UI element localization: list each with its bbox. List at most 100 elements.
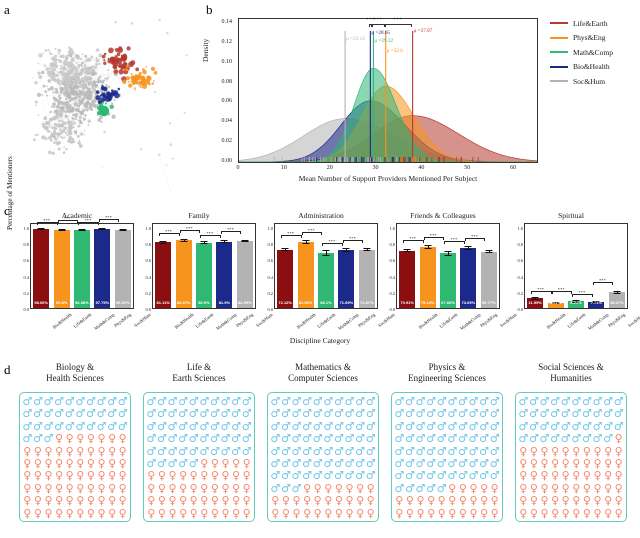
female-symbol-icon: ♀ [614, 469, 623, 483]
male-symbol-icon: ♂ [581, 432, 592, 446]
bar[interactable]: 11.99% [527, 297, 544, 308]
bar[interactable]: 8.21% [567, 300, 584, 308]
male-symbol-icon: ♂ [117, 407, 128, 421]
bar[interactable]: 96.52% [114, 228, 131, 308]
female-symbol-icon: ♀ [55, 469, 64, 483]
waffle-title-line2: Health Sciences [46, 373, 104, 383]
bar-y-tick: 0.8 [517, 242, 524, 248]
bar-value-label: 71.69% [339, 300, 354, 305]
female-symbol-icon: ♀ [366, 494, 375, 508]
female-symbol-icon: ♀ [118, 494, 127, 508]
female-symbol-icon: ♀ [242, 469, 251, 483]
male-symbol-icon: ♂ [231, 432, 242, 446]
waffle-title-line1: Biology & [55, 362, 95, 372]
bar[interactable]: 68.1% [317, 250, 334, 308]
bar[interactable]: 82.99% [236, 239, 253, 308]
male-symbol-icon: ♂ [188, 407, 199, 421]
male-symbol-icon: ♂ [270, 407, 281, 421]
bar[interactable]: 81.9% [216, 240, 233, 308]
error-bar-stem [122, 228, 124, 231]
bar[interactable]: 81.66% [297, 239, 314, 308]
bar-value-label: 75.14% [420, 300, 435, 305]
bar[interactable]: 96.58% [73, 228, 90, 308]
male-symbol-icon: ♂ [592, 432, 603, 446]
bar-significance-stars: *** [328, 238, 336, 244]
male-symbol-icon: ♂ [550, 407, 561, 421]
bar[interactable]: 81.11% [155, 241, 172, 308]
bar-x-tick-labels: Bio&Health Life&Earth Math&Comp Phys&Eng Soc… [275, 309, 396, 333]
bar[interactable]: 80.9% [195, 240, 212, 308]
male-symbol-icon: ♂ [489, 432, 500, 446]
bar-value-label: 98.06% [34, 300, 48, 305]
waffle-group-title: Mathematics & Computer Sciences [262, 362, 384, 388]
bar[interactable]: 7.71% [588, 300, 605, 308]
bar-group-friends-colleagues: Friends & Colleagues 0.0 0.2 0.4 0.6 0.8 1.0 70… [384, 211, 519, 333]
bar[interactable]: 98.06% [33, 227, 50, 308]
density-y-tick: 0.06 [221, 98, 233, 105]
male-symbol-icon: ♂ [209, 432, 220, 446]
male-symbol-icon: ♂ [64, 407, 75, 421]
female-symbol-icon: ♀ [55, 506, 64, 520]
bar-x-tick-label: Bio&Health [417, 312, 439, 330]
bar-value-label: 72.12% [278, 300, 292, 305]
bar[interactable]: 6.61% [547, 300, 564, 308]
male-symbol-icon: ♂ [426, 469, 437, 483]
male-symbol-icon: ♂ [241, 432, 252, 446]
male-symbol-icon: ♂ [75, 407, 86, 421]
female-symbol-icon: ♀ [427, 494, 436, 508]
female-symbol-icon: ♀ [593, 469, 602, 483]
male-symbol-icon: ♂ [415, 432, 426, 446]
bar[interactable]: 75.14% [419, 245, 436, 308]
bar-x-tick-label: Math&Comp [93, 312, 116, 332]
male-symbol-icon: ♂ [167, 432, 178, 446]
male-symbol-icon: ♂ [22, 407, 33, 421]
bar[interactable]: 97.75% [94, 227, 111, 308]
waffle-grid: ♂ ♂ ♂ ♂ ♂ ♂ ♂ ♂ ♂ ♂ ♂ ♂ ♂ ♂ ♂ ♂ ♂ ♂ ♂ ♂ ♂ ♂ ♂ ♂ ♂ ♂ ♂ ♂ ♂ ♂ ♂ ♂ ♂ ♂ ♂ ♂ ♂ ♂ ♂ ♂… [143, 392, 255, 522]
female-symbol-icon: ♀ [118, 506, 127, 520]
male-symbol-icon: ♂ [404, 407, 415, 421]
error-bar-stem [325, 250, 327, 256]
bar[interactable]: 96.8% [53, 228, 70, 308]
female-symbol-icon: ♀ [108, 432, 117, 446]
bar[interactable]: 70.91% [399, 248, 416, 308]
bar[interactable]: 67.66% [439, 250, 456, 308]
male-symbol-icon: ♂ [447, 432, 458, 446]
bar-value-label: 6.61% [549, 300, 562, 305]
female-symbol-icon: ♀ [76, 494, 85, 508]
female-symbol-icon: ♀ [242, 494, 251, 508]
female-symbol-icon: ♀ [33, 494, 42, 508]
female-symbol-icon: ♀ [97, 432, 106, 446]
male-symbol-icon: ♂ [581, 407, 592, 421]
error-bar-stem [102, 227, 104, 230]
female-symbol-icon: ♀ [221, 469, 230, 483]
bar[interactable]: 69.77% [480, 249, 497, 308]
female-symbol-icon: ♀ [529, 469, 538, 483]
waffle-title-line2: Computer Sciences [288, 373, 358, 383]
male-symbol-icon: ♂ [613, 407, 624, 421]
bar[interactable]: 72.12% [277, 248, 294, 308]
bar-x-tick-labels: Bio&Health Life&Earth Math&Comp Phys&Eng Soc… [397, 309, 518, 333]
female-symbol-icon: ♀ [55, 432, 64, 446]
bar[interactable]: 73.69% [460, 246, 477, 308]
female-symbol-icon: ♀ [168, 506, 177, 520]
female-symbol-icon: ♀ [147, 469, 156, 483]
female-symbol-icon: ♀ [490, 506, 499, 520]
bar-significance-stars: *** [43, 217, 51, 223]
bar[interactable]: 71.69% [338, 248, 355, 308]
density-legend-item: Soc&Hum [550, 74, 613, 89]
waffle-group-title: Physics & Engineering Sciences [386, 362, 508, 388]
density-y-tick: 0.00 [221, 157, 233, 164]
density-x-tick: 30 [372, 165, 379, 171]
female-symbol-icon: ♀ [86, 506, 95, 520]
error-bar-stem [285, 248, 287, 252]
female-symbol-icon: ♀ [529, 494, 538, 508]
error-bar-stem [366, 248, 368, 252]
male-symbol-icon: ♂ [394, 432, 405, 446]
bar-significance-stars: *** [349, 235, 356, 241]
bar[interactable]: 71.87% [358, 248, 375, 308]
error-bar-stem [61, 228, 63, 231]
bar[interactable]: 83.47% [175, 238, 192, 308]
bar[interactable]: 19.67% [608, 290, 625, 308]
male-symbol-icon: ♂ [394, 469, 405, 483]
female-symbol-icon: ♀ [427, 506, 436, 520]
